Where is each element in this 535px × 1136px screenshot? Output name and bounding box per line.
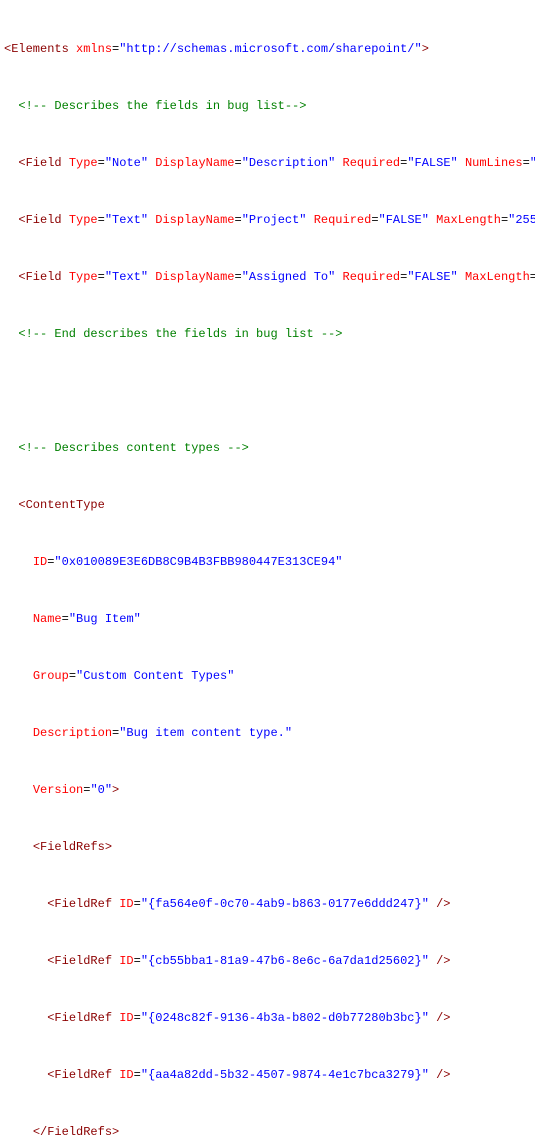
line-8: <!-- Describes content types -->: [4, 439, 531, 458]
line-14: Version="0">: [4, 781, 531, 800]
line-18: <FieldRef ID="{0248c82f-9136-4b3a-b802-d…: [4, 1009, 531, 1028]
line-4: <Field Type="Text" DisplayName="Project"…: [4, 211, 531, 230]
line-1: <Elements xmlns="http://schemas.microsof…: [4, 40, 531, 59]
line-17: <FieldRef ID="{cb55bba1-81a9-47b6-8e6c-6…: [4, 952, 531, 971]
line-16: <FieldRef ID="{fa564e0f-0c70-4ab9-b863-0…: [4, 895, 531, 914]
line-6: <!-- End describes the fields in bug lis…: [4, 325, 531, 344]
line-5: <Field Type="Text" DisplayName="Assigned…: [4, 268, 531, 287]
line-11: Name="Bug Item": [4, 610, 531, 629]
line-15: <FieldRefs>: [4, 838, 531, 857]
line-7: [4, 382, 531, 401]
line-13: Description="Bug item content type.": [4, 724, 531, 743]
code-container: <Elements xmlns="http://schemas.microsof…: [0, 0, 535, 1136]
line-10: ID="0x010089E3E6DB8C9B4B3FBB980447E313CE…: [4, 553, 531, 572]
line-20: </FieldRefs>: [4, 1123, 531, 1136]
line-9: <ContentType: [4, 496, 531, 515]
line-2: <!-- Describes the fields in bug list-->: [4, 97, 531, 116]
line-12: Group="Custom Content Types": [4, 667, 531, 686]
line-19: <FieldRef ID="{aa4a82dd-5b32-4507-9874-4…: [4, 1066, 531, 1085]
line-3: <Field Type="Note" DisplayName="Descript…: [4, 154, 531, 173]
